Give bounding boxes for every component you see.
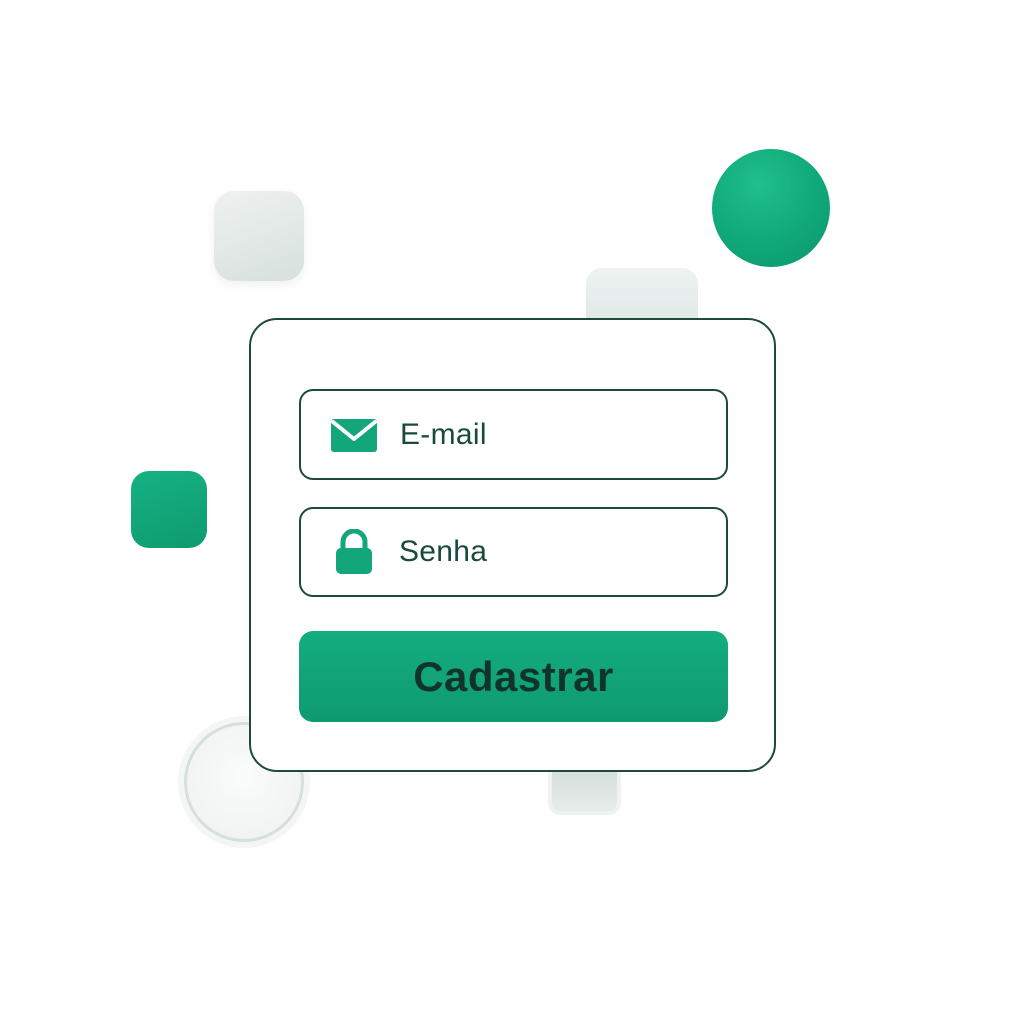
email-field[interactable]: E-mail [299, 389, 728, 480]
signup-illustration: E-mail Senha Cadastrar [0, 0, 1024, 1024]
decorative-grey-square [214, 191, 304, 281]
decorative-green-square [131, 471, 207, 548]
password-placeholder: Senha [399, 535, 488, 568]
email-placeholder: E-mail [400, 417, 487, 451]
envelope-icon [331, 418, 377, 452]
signup-button-label: Cadastrar [413, 652, 614, 700]
password-field[interactable]: Senha [299, 507, 728, 597]
decorative-green-circle [712, 149, 830, 267]
lock-icon [336, 529, 372, 574]
signup-form-card: E-mail Senha Cadastrar [249, 318, 776, 772]
signup-button[interactable]: Cadastrar [299, 631, 728, 722]
